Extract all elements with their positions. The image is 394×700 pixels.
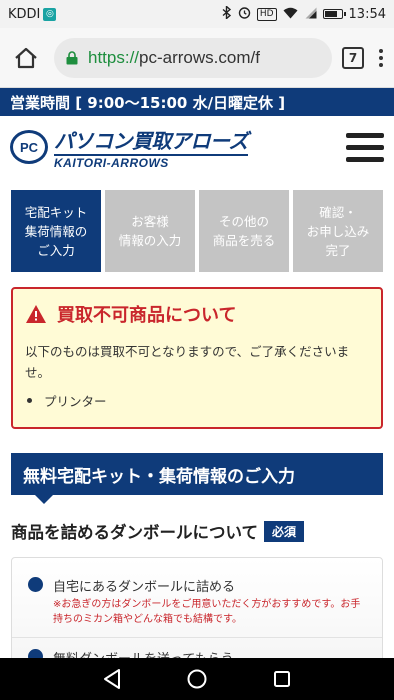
option-label: 自宅にあるダンボールに詰める: [53, 580, 236, 595]
browser-toolbar: https://pc-arrows.com/f 7: [0, 28, 394, 88]
step-2: お客様 情報の入力: [105, 190, 195, 272]
clock: 13:54: [348, 6, 386, 22]
warning-icon: [26, 305, 46, 323]
wifi-icon: [283, 7, 298, 22]
home-button[interactable]: [10, 42, 42, 74]
system-navigation-bar: [0, 658, 394, 700]
browser-menu-icon[interactable]: [378, 48, 384, 67]
home-circle-icon: [187, 669, 207, 689]
carrier-name: KDDI: [8, 6, 41, 22]
step-1: 宅配キット 集荷情報の ご入力: [11, 190, 101, 272]
home-nav-button[interactable]: [183, 665, 211, 693]
back-button[interactable]: [98, 665, 126, 693]
recents-button[interactable]: [268, 665, 296, 693]
status-icons: HD 13:54: [222, 4, 386, 22]
address-bar[interactable]: https://pc-arrows.com/f: [54, 37, 332, 78]
progress-steps: 宅配キット 集荷情報の ご入力 お客様 情報の入力 その他の 商品を売る 確認・…: [0, 178, 394, 272]
alert-item-list: プリンター: [25, 391, 369, 410]
alert-body: 以下のものは買取不可となりますので、ご了承くださいませ。: [25, 344, 350, 380]
lock-icon: [66, 50, 78, 64]
section-heading: 無料宅配キット・集荷情報のご入力: [11, 453, 383, 504]
logo-name-jp: パソコン買取アローズ: [54, 128, 249, 153]
option-own-box[interactable]: 自宅にあるダンボールに詰める ※お急ぎの方はダンボールをご用意いただく方がおすす…: [28, 576, 366, 627]
recents-icon: [273, 671, 290, 687]
site-header: PC パソコン買取アローズ KAITORI-ARROWS: [0, 116, 394, 178]
back-icon: [104, 669, 121, 689]
hamburger-menu-icon[interactable]: [346, 132, 384, 162]
carrier: KDDI ◎: [8, 6, 57, 22]
option-text: 自宅にあるダンボールに詰める ※お急ぎの方はダンボールをご用意いただく方がおすす…: [53, 576, 366, 627]
url-host: pc-arrows.com/f: [139, 47, 260, 67]
step-4: 確認・ お申し込み 完了: [293, 190, 383, 272]
radio-button[interactable]: [28, 577, 43, 592]
logo-pc-badge: PC: [10, 130, 48, 164]
list-item: プリンター: [25, 391, 369, 410]
alarm-icon: [238, 6, 251, 22]
bluetooth-icon: [222, 4, 232, 22]
required-badge: 必須: [264, 520, 305, 542]
url-scheme: https://: [88, 47, 140, 67]
step-3: その他の 商品を売る: [199, 190, 289, 272]
tab-switcher-button[interactable]: 7: [342, 46, 364, 69]
option-note: ※お急ぎの方はダンボールをご用意いただく方がおすすめです。お手持ちのミカン箱やど…: [53, 599, 361, 625]
alert-title: 買取不可商品について: [25, 301, 369, 327]
status-bar: KDDI ◎ HD 13:54: [0, 0, 394, 28]
hd-voice-icon: HD: [256, 7, 277, 21]
alert-title-text: 買取不可商品について: [57, 305, 237, 326]
signal-icon: [304, 7, 317, 22]
non-purchasable-alert: 買取不可商品について 以下のものは買取不可となりますので、ご了承くださいませ。 …: [11, 287, 383, 429]
divider: [12, 637, 382, 638]
logo-text: パソコン買取アローズ KAITORI-ARROWS: [54, 125, 249, 170]
carrier-badge-icon: ◎: [43, 7, 57, 21]
logo-name-en: KAITORI-ARROWS: [54, 153, 248, 170]
box-question-heading: 商品を詰めるダンボールについて 必須: [11, 519, 383, 543]
url-text: https://pc-arrows.com/f: [88, 48, 260, 68]
site-logo[interactable]: PC パソコン買取アローズ KAITORI-ARROWS: [10, 125, 249, 170]
battery-icon: [322, 9, 346, 19]
box-question-label: 商品を詰めるダンボールについて: [11, 523, 259, 542]
home-icon: [15, 47, 37, 68]
business-hours-banner: 営業時間 [ 9:00〜15:00 水/日曜定休 ]: [0, 88, 394, 116]
